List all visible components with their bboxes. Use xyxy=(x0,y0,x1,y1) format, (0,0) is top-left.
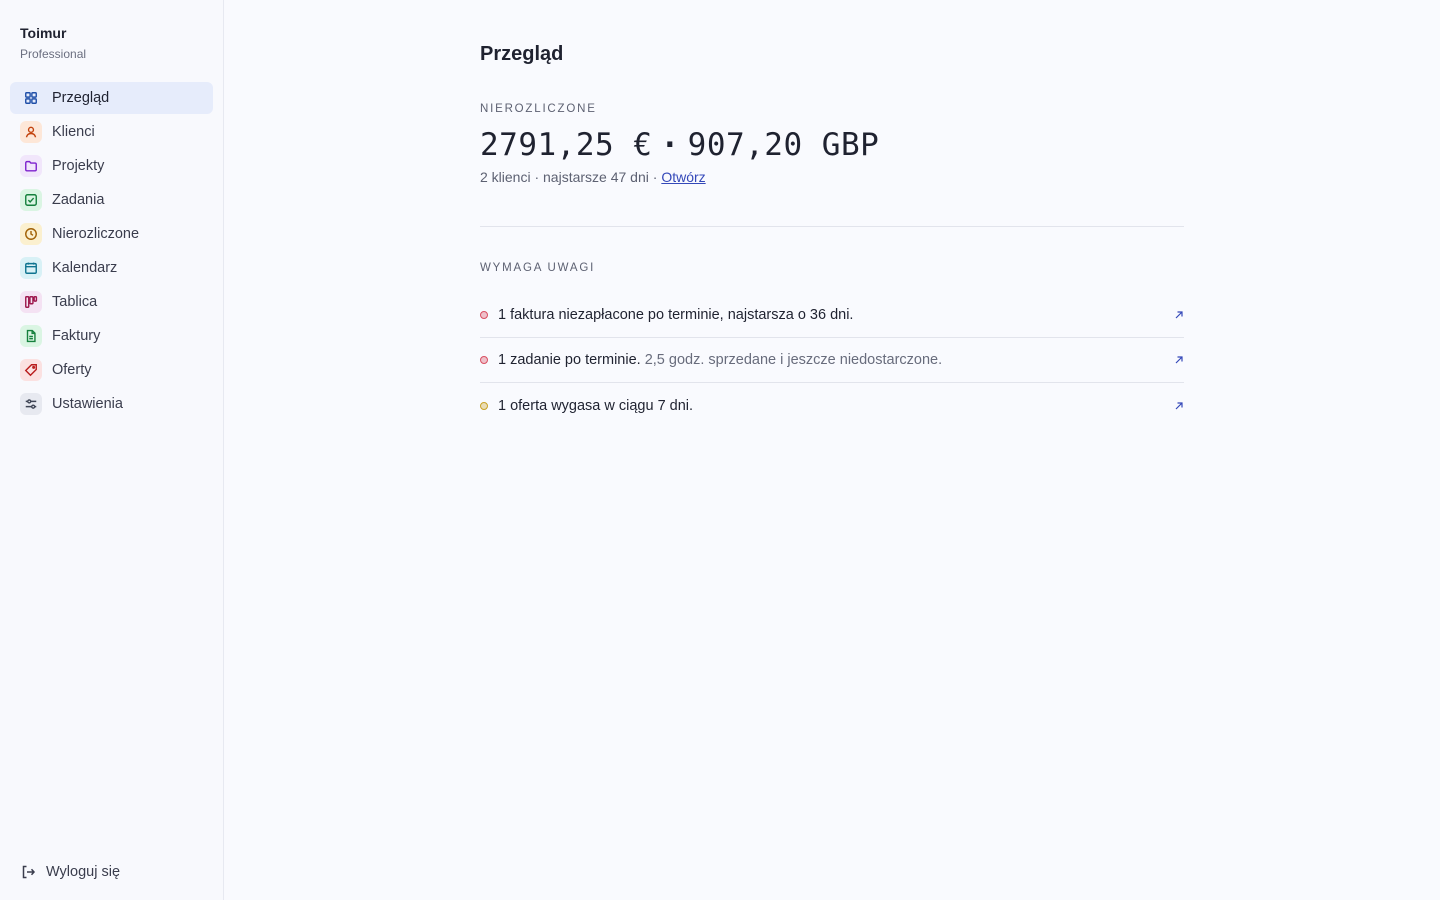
sidebar-item-klienci[interactable]: Klienci xyxy=(10,116,213,148)
status-dot xyxy=(480,356,488,364)
logout-label: Wyloguj się xyxy=(46,864,121,880)
attention-list: 1 faktura niezapłacone po terminie, najs… xyxy=(480,293,1184,428)
sidebar-item-label: Klienci xyxy=(52,124,95,140)
unbilled-section-label: NIEROZLICZONE xyxy=(480,103,597,115)
page-title: Przegląd xyxy=(480,43,564,65)
sidebar-item-label: Oferty xyxy=(52,362,92,378)
arrow-up-right-icon xyxy=(1175,356,1183,364)
sidebar-item-tablica[interactable]: Tablica xyxy=(10,286,213,318)
attention-item-text: 1 oferta wygasa w ciągu 7 dni. xyxy=(498,398,1174,414)
attention-item-main: 1 zadanie po terminie. xyxy=(498,352,641,368)
unbilled-meta: 2 klienci · najstarsze 47 dni · Otwórz xyxy=(480,168,1184,186)
grid-icon xyxy=(20,87,42,109)
sidebar-item-oferty[interactable]: Oferty xyxy=(10,354,213,386)
logout-icon xyxy=(22,865,36,879)
sidebar-item-nierozliczone[interactable]: Nierozliczone xyxy=(10,218,213,250)
overview-panel: Przegląd NIEROZLICZONE 2791,25 € · 907,20 … xyxy=(480,42,1184,428)
sidebar-item-zadania[interactable]: Zadania xyxy=(10,184,213,216)
brand: Toimur Professional xyxy=(10,24,213,62)
open-unbilled-link[interactable]: Otwórz xyxy=(661,169,705,185)
invoice-icon xyxy=(20,325,42,347)
amount-gbp: 907,20 GBP xyxy=(687,127,880,163)
check-square-icon xyxy=(20,189,42,211)
sidebar-item-label: Nierozliczone xyxy=(52,226,140,242)
brand-name: Toimur xyxy=(20,25,67,41)
kanban-icon xyxy=(20,291,42,313)
sidebar-item-label: Kalendarz xyxy=(52,260,118,276)
folder-icon xyxy=(20,155,42,177)
sliders-icon xyxy=(20,393,42,415)
clock-icon xyxy=(20,223,42,245)
attention-item-overdue-task[interactable]: 1 zadanie po terminie. 2,5 godz. sprzeda… xyxy=(480,338,1184,383)
brand-plan: Professional xyxy=(20,47,87,61)
sidebar-item-projekty[interactable]: Projekty xyxy=(10,150,213,182)
sidebar-item-label: Zadania xyxy=(52,192,105,208)
sidebar-item-label: Projekty xyxy=(52,158,105,174)
attention-item-main: 1 oferta wygasa w ciągu 7 dni. xyxy=(498,397,694,414)
divider xyxy=(480,226,1184,227)
sidebar-item-kalendarz[interactable]: Kalendarz xyxy=(10,252,213,284)
status-dot xyxy=(480,311,488,319)
attention-section-label: WYMAGA UWAGI xyxy=(480,262,596,274)
main-content: Przegląd NIEROZLICZONE 2791,25 € · 907,20 … xyxy=(224,0,1440,900)
sidebar-item-faktury[interactable]: Faktury xyxy=(10,320,213,352)
attention-item-sub: 2,5 godz. sprzedane i jeszcze niedostarc… xyxy=(640,352,943,368)
sidebar-item-label: Tablica xyxy=(52,294,98,310)
calendar-icon xyxy=(20,257,42,279)
sidebar-item-przeglad[interactable]: Przegląd xyxy=(10,82,213,114)
attention-item-text: 1 faktura niezapłacone po terminie, najs… xyxy=(498,307,1174,323)
sidebar-item-label: Faktury xyxy=(52,328,101,344)
attention-item-expiring-offer[interactable]: 1 oferta wygasa w ciągu 7 dni. xyxy=(480,383,1184,428)
amount-eur: 2791,25 € xyxy=(480,127,653,163)
sidebar-nav: Przegląd Klienci Projekty Zadania Nieroz… xyxy=(10,82,213,420)
unbilled-meta-text: 2 klienci · najstarsze 47 dni · xyxy=(480,169,662,185)
arrow-up-right-icon xyxy=(1175,311,1183,319)
attention-item-text: 1 zadanie po terminie. 2,5 godz. sprzeda… xyxy=(498,352,1174,368)
amount-separator: · xyxy=(660,127,680,163)
tag-icon xyxy=(20,359,42,381)
sidebar-item-ustawienia[interactable]: Ustawienia xyxy=(10,388,213,420)
sidebar-item-label: Przegląd xyxy=(52,90,110,106)
sidebar: Toimur Professional Przegląd Klienci Pro… xyxy=(0,0,224,900)
attention-item-main: 1 faktura niezapłacone po terminie, najs… xyxy=(498,307,854,323)
status-dot xyxy=(480,401,488,410)
unbilled-amounts: 2791,25 € · 907,20 GBP xyxy=(480,126,1184,164)
app: Toimur Professional Przegląd Klienci Pro… xyxy=(0,0,1440,900)
user-icon xyxy=(20,121,42,143)
arrow-up-right-icon xyxy=(1175,401,1183,409)
attention-item-overdue-invoice[interactable]: 1 faktura niezapłacone po terminie, najs… xyxy=(480,293,1184,338)
logout-button[interactable]: Wyloguj się xyxy=(20,864,120,880)
sidebar-item-label: Ustawienia xyxy=(52,396,123,412)
